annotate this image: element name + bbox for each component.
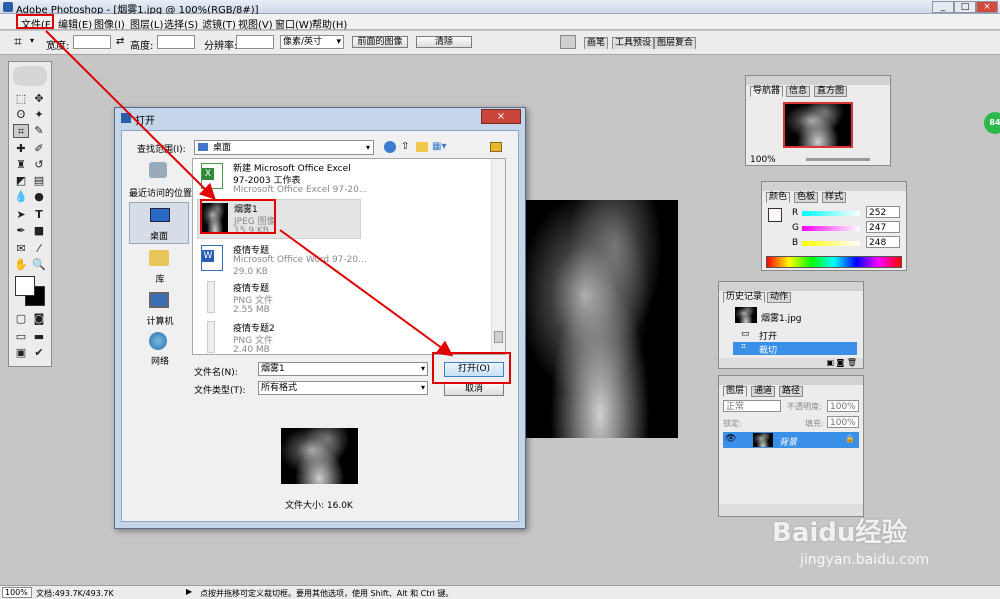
foreground-color-swatch[interactable] — [15, 276, 35, 296]
arrow-menu-to-file — [45, 30, 216, 200]
status-doc-size: 文档:493.7K/493.7K — [36, 589, 114, 598]
status-hint: 点按并拖移可定义裁切框。要用其他选项，使用 Shift、Alt 和 Ctrl 键… — [200, 589, 454, 598]
status-arrow-icon[interactable]: ▶ — [186, 587, 192, 596]
watermark-url: jingyan.baidu.com — [800, 552, 930, 568]
status-zoom[interactable]: 100% — [2, 587, 32, 598]
arrow-file-to-open — [279, 229, 454, 357]
annotation-arrows — [45, 30, 454, 357]
status-bar: 100% 文档:493.7K/493.7K ▶ 点按并拖移可定义裁切框。要用其他… — [0, 585, 1000, 599]
watermark-brand: Baidu经验 — [772, 518, 908, 548]
